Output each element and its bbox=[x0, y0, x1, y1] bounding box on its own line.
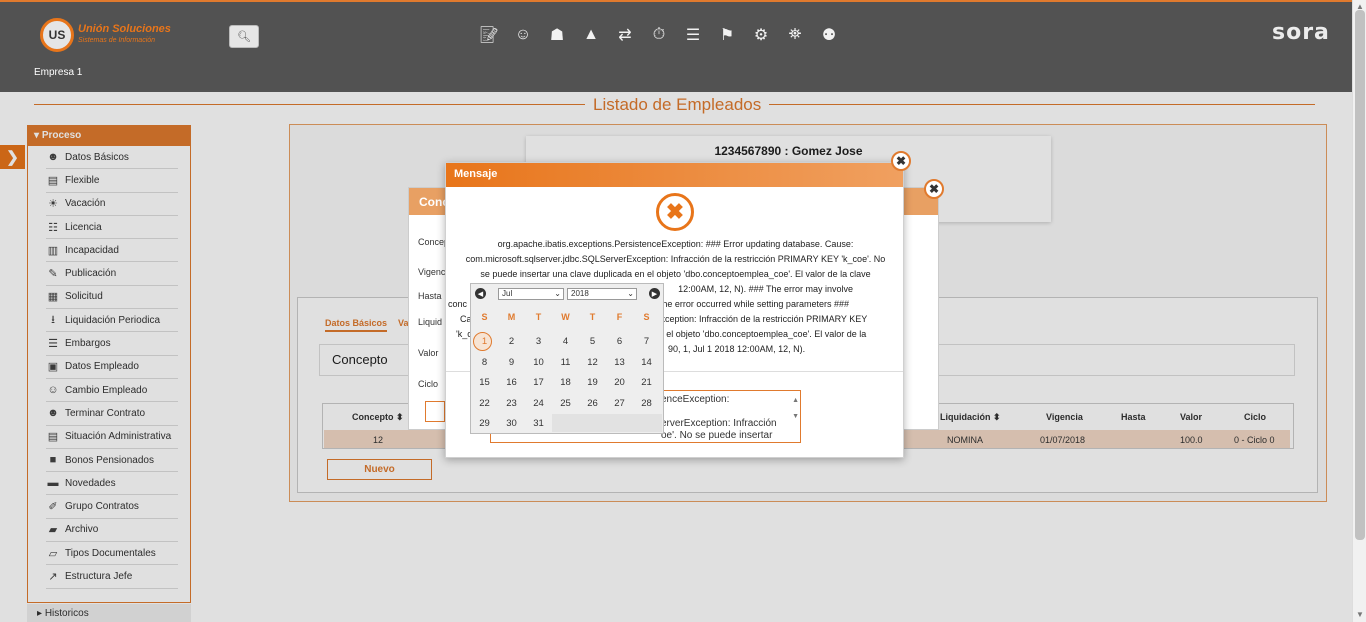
month-select[interactable]: Jul ⌄ bbox=[498, 288, 564, 300]
calendar-day[interactable]: 24 bbox=[525, 398, 552, 409]
page-scrollbar[interactable]: ▲ ▼ bbox=[1352, 0, 1366, 622]
error-line: org.apache.ibatis.exceptions.Persistence… bbox=[497, 239, 854, 249]
logo-subtitle: Sistemas de Información bbox=[78, 37, 156, 44]
field-label-valor: Valor bbox=[418, 348, 439, 358]
field-label-ciclo: Ciclo bbox=[418, 379, 439, 389]
product-logo: sora bbox=[1272, 20, 1330, 45]
people-transfer-icon[interactable]: ⇄ bbox=[614, 24, 636, 46]
detail-line: oe'. No se puede insertar bbox=[661, 430, 773, 441]
field-label-vigencia: Vigenc bbox=[418, 267, 446, 277]
scroll-down-icon[interactable]: ▼ bbox=[1356, 610, 1364, 619]
calendar-day[interactable]: 31 bbox=[525, 418, 552, 429]
weekday-header: W bbox=[561, 312, 570, 322]
calendar-day[interactable]: 10 bbox=[525, 357, 552, 368]
calendar-day[interactable]: 19 bbox=[579, 377, 606, 388]
calendar-day[interactable]: 16 bbox=[498, 377, 525, 388]
signpost-icon[interactable]: ⚑ bbox=[716, 24, 738, 46]
error-line: Exception: Infracción de la restricción … bbox=[654, 314, 868, 324]
calendar-day[interactable]: 12 bbox=[579, 357, 606, 368]
calendar-day[interactable]: 9 bbox=[498, 357, 525, 368]
top-bar: US Unión Soluciones Sistemas de Informac… bbox=[0, 0, 1352, 92]
error-icon: ✖ bbox=[656, 193, 694, 231]
stopwatch-icon[interactable]: ⏱︎ bbox=[648, 24, 670, 46]
calendar-day[interactable]: 6 bbox=[606, 336, 633, 347]
car-location-icon[interactable]: ⛯ bbox=[784, 24, 806, 46]
calendar-day[interactable]: 22 bbox=[471, 398, 498, 409]
search-icon: 🔍︎ bbox=[237, 31, 251, 43]
message-title: Mensaje bbox=[446, 163, 903, 187]
calendar-day[interactable]: 14 bbox=[633, 357, 660, 368]
calendar-day[interactable]: 26 bbox=[579, 398, 606, 409]
calendar-day[interactable]: 25 bbox=[552, 398, 579, 409]
textarea-scrollbar[interactable]: ▲ ▼ bbox=[792, 393, 799, 425]
error-line: se puede insertar una clave duplicada en… bbox=[480, 269, 871, 279]
dialog-save-button[interactable] bbox=[425, 401, 445, 422]
calendar-day[interactable]: 21 bbox=[633, 377, 660, 388]
report-icon[interactable]: ☰ bbox=[682, 24, 704, 46]
weekday-header: S bbox=[643, 312, 650, 322]
logo-mark: US bbox=[40, 18, 74, 52]
calendar-day[interactable]: 30 bbox=[498, 418, 525, 429]
date-picker: ◀ Jul ⌄ 2018 ⌄ ▶ S M T W T F S 1 2 3 4 5 6 7 8 9 10 11 12 13 1… bbox=[470, 283, 664, 434]
calendar-day[interactable]: 2 bbox=[498, 336, 525, 347]
calendar-day[interactable]: 4 bbox=[552, 336, 579, 347]
calendar-day[interactable]: 5 bbox=[579, 336, 606, 347]
calendar-day[interactable]: 29 bbox=[471, 418, 498, 429]
calendar-day[interactable]: 27 bbox=[606, 398, 633, 409]
error-line: com.microsoft.sqlserver.jdbc.SQLServerEx… bbox=[465, 254, 886, 264]
calendar-day[interactable]: 3 bbox=[525, 336, 552, 347]
calendar-day[interactable]: 8 bbox=[471, 357, 498, 368]
calendar-day[interactable]: 18 bbox=[552, 377, 579, 388]
close-concept-dialog-button[interactable]: ✖ bbox=[924, 179, 944, 199]
calendar-day[interactable]: 1 bbox=[471, 336, 498, 347]
gift-icon[interactable]: ☗ bbox=[546, 24, 568, 46]
calendar-day[interactable]: 17 bbox=[525, 377, 552, 388]
org-chart-icon[interactable]: ▲ bbox=[580, 24, 602, 46]
prev-month-icon[interactable]: ◀ bbox=[475, 288, 486, 299]
detail-line: enceException: bbox=[661, 394, 730, 405]
person-money-icon[interactable]: ☺ bbox=[512, 24, 534, 46]
weekday-header: M bbox=[507, 312, 516, 322]
calendar-day[interactable]: 15 bbox=[471, 377, 498, 388]
calendar-day[interactable]: 7 bbox=[633, 336, 660, 347]
field-label-liquidacion: Liquid bbox=[418, 317, 443, 327]
close-icon: ✖ bbox=[895, 154, 907, 168]
calendar-day[interactable]: 13 bbox=[606, 357, 633, 368]
field-label-hasta: Hasta bbox=[418, 291, 442, 301]
calendar-day[interactable]: 28 bbox=[633, 398, 660, 409]
detail-line: : bbox=[661, 406, 796, 418]
detail-line: erverException: Infracción bbox=[661, 418, 777, 429]
calendar-day[interactable]: 23 bbox=[498, 398, 525, 409]
company-logo[interactable]: US Unión Soluciones Sistemas de Informac… bbox=[40, 18, 171, 52]
weekday-header: F bbox=[616, 312, 623, 322]
next-month-icon[interactable]: ▶ bbox=[649, 288, 660, 299]
close-icon: ✖ bbox=[928, 182, 940, 196]
weekday-header: T bbox=[589, 312, 596, 322]
calendar-day[interactable]: 20 bbox=[606, 377, 633, 388]
calendar-empty-cells bbox=[552, 414, 662, 432]
scroll-thumb[interactable] bbox=[1355, 10, 1365, 540]
module-toolbar: 📝︎ ☺ ☗ ▲ ⇄ ⏱︎ ☰ ⚑ ⚙ ⛯ ⚉ bbox=[478, 24, 840, 46]
document-edit-icon[interactable]: 📝︎ bbox=[478, 24, 500, 46]
weekday-header: S bbox=[481, 312, 488, 322]
calendar-day[interactable]: 11 bbox=[552, 357, 579, 368]
error-line: en el objeto 'dbo.conceptoemplea_coe'. E… bbox=[653, 329, 867, 339]
year-select[interactable]: 2018 ⌄ bbox=[567, 288, 637, 300]
company-name: Empresa 1 bbox=[34, 67, 83, 78]
logo-name: Unión Soluciones bbox=[78, 23, 171, 35]
gears-icon[interactable]: ⚙ bbox=[750, 24, 772, 46]
weekday-header: T bbox=[535, 312, 542, 322]
group-icon[interactable]: ⚉ bbox=[818, 24, 840, 46]
close-message-button[interactable]: ✖ bbox=[891, 151, 911, 171]
search-button[interactable]: 🔍︎ bbox=[229, 25, 259, 48]
error-line-prefix: conc bbox=[448, 299, 468, 309]
